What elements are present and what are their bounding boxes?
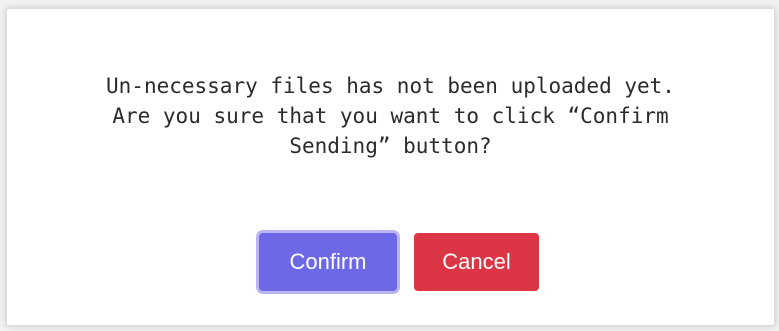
dialog-message-line: Are you sure that you want to click “Con… — [112, 104, 669, 128]
dialog-message: Un-necessary files has not been uploaded… — [7, 71, 774, 161]
cancel-button[interactable]: Cancel — [414, 233, 539, 291]
confirmation-dialog: Un-necessary files has not been uploaded… — [6, 8, 775, 326]
dialog-button-row: Confirm Cancel — [7, 233, 774, 293]
dialog-message-line: Un-necessary files has not been uploaded… — [106, 74, 675, 98]
dialog-message-line: Sending” button? — [289, 134, 492, 158]
confirm-button[interactable]: Confirm — [259, 233, 397, 291]
